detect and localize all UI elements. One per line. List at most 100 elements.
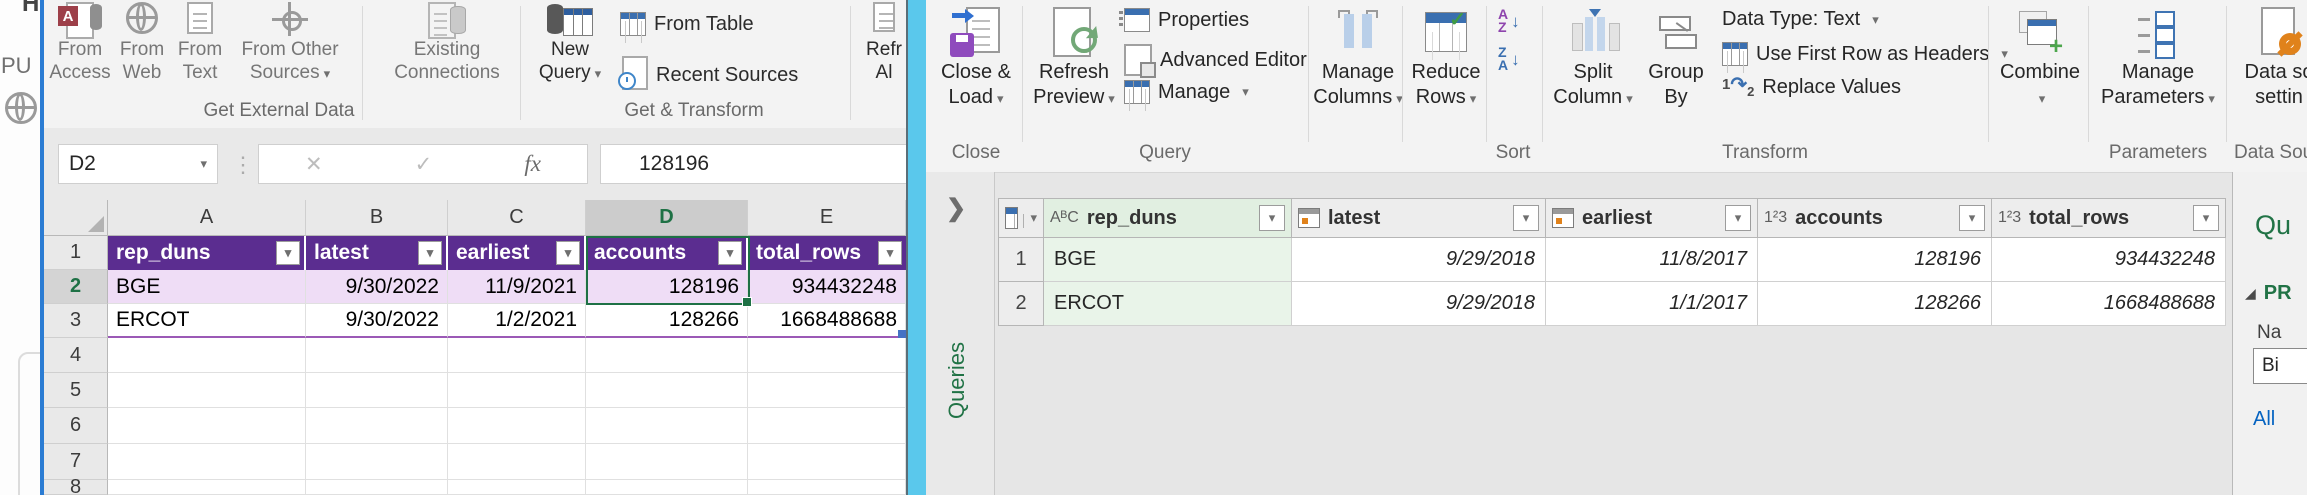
row-header-8[interactable]: 8 (44, 476, 108, 495)
cell-e3[interactable]: 1668488688 (748, 304, 907, 339)
table-header-cell[interactable]: total_rows ▾ (748, 236, 906, 270)
column-header-e[interactable]: E (748, 200, 906, 236)
new-query-button[interactable]: New Query ▾ (532, 2, 608, 85)
empty-cell[interactable] (586, 408, 748, 444)
expand-queries-chevron-icon[interactable]: ❯ (946, 194, 966, 223)
properties-section-header[interactable]: ◢ PR (2245, 282, 2292, 305)
empty-cell[interactable] (448, 444, 586, 480)
sort-ascending-button[interactable]: AZ ↓ (1498, 7, 1520, 34)
row-header-4[interactable]: 4 (44, 338, 108, 373)
from-other-sources-button[interactable]: From Other Sources ▾ (232, 2, 348, 85)
empty-cell[interactable] (586, 373, 748, 408)
manage-button[interactable]: Manage ▾ (1124, 80, 1249, 104)
filter-dropdown-icon[interactable]: ▾ (2193, 205, 2219, 231)
empty-cell[interactable] (448, 338, 586, 373)
column-header-b[interactable]: B (306, 200, 448, 236)
use-first-row-as-headers-button[interactable]: Use First Row as Headers ▾ (1722, 42, 2008, 66)
name-box[interactable]: D2 ▾ (58, 144, 218, 184)
empty-cell[interactable] (448, 480, 586, 495)
empty-cell[interactable] (748, 373, 906, 408)
insert-function-icon[interactable]: fx (524, 151, 541, 177)
cell-a3[interactable]: ERCOT (108, 304, 306, 338)
pq-cell[interactable]: 9/29/2018 (1292, 282, 1546, 326)
formula-input[interactable]: 128196 (600, 144, 910, 184)
empty-cell[interactable] (108, 444, 306, 480)
data-source-settings-button[interactable]: Data so settin (2234, 4, 2307, 110)
select-all-corner[interactable] (44, 200, 108, 236)
empty-cell[interactable] (748, 444, 906, 480)
filter-dropdown-icon[interactable]: ▾ (878, 241, 902, 265)
recent-sources-button[interactable]: Recent Sources (618, 56, 798, 94)
empty-cell[interactable] (448, 373, 586, 408)
existing-connections-button[interactable]: Existing Connections (380, 2, 514, 84)
row-header-5[interactable]: 5 (44, 373, 108, 408)
empty-cell[interactable] (748, 408, 906, 444)
empty-cell[interactable] (586, 480, 748, 495)
cell-a2[interactable]: BGE (108, 270, 306, 304)
row-header-3[interactable]: 3 (44, 304, 108, 338)
enter-icon[interactable]: ✓ (415, 152, 433, 177)
pq-cell[interactable]: BGE (1044, 238, 1292, 282)
from-text-button[interactable]: From Text (172, 2, 228, 84)
query-name-input[interactable]: Bi (2253, 348, 2307, 384)
empty-cell[interactable] (306, 480, 448, 495)
empty-cell[interactable] (586, 338, 748, 373)
empty-cell[interactable] (306, 373, 448, 408)
row-header-1[interactable]: 1 (44, 236, 108, 270)
empty-cell[interactable] (306, 408, 448, 444)
pq-cell[interactable]: 11/8/2017 (1546, 238, 1758, 282)
empty-cell[interactable] (108, 338, 306, 373)
pq-column-header-earliest[interactable]: earliest ▾ (1546, 198, 1758, 238)
empty-cell[interactable] (748, 338, 906, 373)
split-column-button[interactable]: Split Column ▾ (1550, 4, 1636, 111)
refresh-all-button-partial[interactable]: Refr Al (858, 2, 910, 84)
empty-cell[interactable] (748, 480, 906, 495)
replace-values-button[interactable]: 1 ↷ 2 Replace Values (1722, 75, 1901, 99)
empty-cell[interactable] (586, 444, 748, 480)
table-header-cell[interactable]: accounts ▾ (586, 236, 748, 270)
close-and-load-button[interactable]: Close & Load ▾ (934, 4, 1018, 111)
filter-dropdown-icon[interactable]: ▾ (418, 241, 442, 265)
column-header-a[interactable]: A (108, 200, 306, 236)
filter-dropdown-icon[interactable]: ▾ (276, 241, 300, 265)
pq-cell[interactable]: 9/29/2018 (1292, 238, 1546, 282)
table-header-cell[interactable]: earliest ▾ (448, 236, 586, 270)
pq-corner-cell[interactable]: ▾ (998, 198, 1044, 238)
name-box-dropdown-icon[interactable]: ▾ (200, 156, 207, 172)
filter-dropdown-icon[interactable]: ▾ (1725, 205, 1751, 231)
from-web-button[interactable]: From Web (114, 2, 170, 84)
cell-b2[interactable]: 9/30/2022 (306, 270, 448, 304)
row-header-6[interactable]: 6 (44, 408, 108, 444)
filter-dropdown-icon[interactable]: ▾ (1259, 205, 1285, 231)
sort-descending-button[interactable]: ZA ↓ (1498, 45, 1520, 72)
cell-c3[interactable]: 1/2/2021 (448, 304, 586, 338)
pq-cell[interactable]: ERCOT (1044, 282, 1292, 326)
cell-b3[interactable]: 9/30/2022 (306, 304, 448, 338)
filter-dropdown-icon[interactable]: ▾ (1959, 205, 1985, 231)
data-type-button[interactable]: Data Type: Text ▾ (1722, 8, 1879, 31)
empty-cell[interactable] (448, 408, 586, 444)
reduce-rows-button[interactable]: ✓ Reduce Rows ▾ (1408, 4, 1484, 111)
properties-button[interactable]: Properties (1119, 8, 1249, 32)
cell-e2[interactable]: 934432248 (748, 270, 906, 304)
cell-d2-selected[interactable]: 128196 (586, 270, 748, 304)
pq-column-header-total-rows[interactable]: 1²3 total_rows ▾ (1992, 198, 2226, 238)
all-properties-link-partial[interactable]: All (2253, 408, 2275, 431)
from-access-button[interactable]: A From Access (48, 2, 112, 84)
cell-d3[interactable]: 128266 (586, 304, 748, 338)
empty-cell[interactable] (108, 373, 306, 408)
combine-button[interactable]: + Combine ▾ (1996, 4, 2084, 111)
queries-pane-label[interactable]: Queries (944, 342, 970, 419)
filter-dropdown-icon[interactable]: ▾ (718, 241, 742, 265)
empty-cell[interactable] (306, 444, 448, 480)
refresh-preview-button[interactable]: Refresh Preview ▾ (1030, 4, 1118, 111)
pq-cell[interactable]: 934432248 (1992, 238, 2226, 282)
pq-column-header-accounts[interactable]: 1²3 accounts ▾ (1758, 198, 1992, 238)
filter-dropdown-icon[interactable]: ▾ (556, 241, 580, 265)
pq-row-number[interactable]: 1 (998, 238, 1044, 282)
row-header-2[interactable]: 2 (44, 270, 108, 304)
pq-cell[interactable]: 1/1/2017 (1546, 282, 1758, 326)
empty-cell[interactable] (306, 338, 448, 373)
table-header-cell[interactable]: rep_duns ▾ (108, 236, 306, 270)
manage-columns-button[interactable]: Manage Columns ▾ (1313, 4, 1403, 111)
